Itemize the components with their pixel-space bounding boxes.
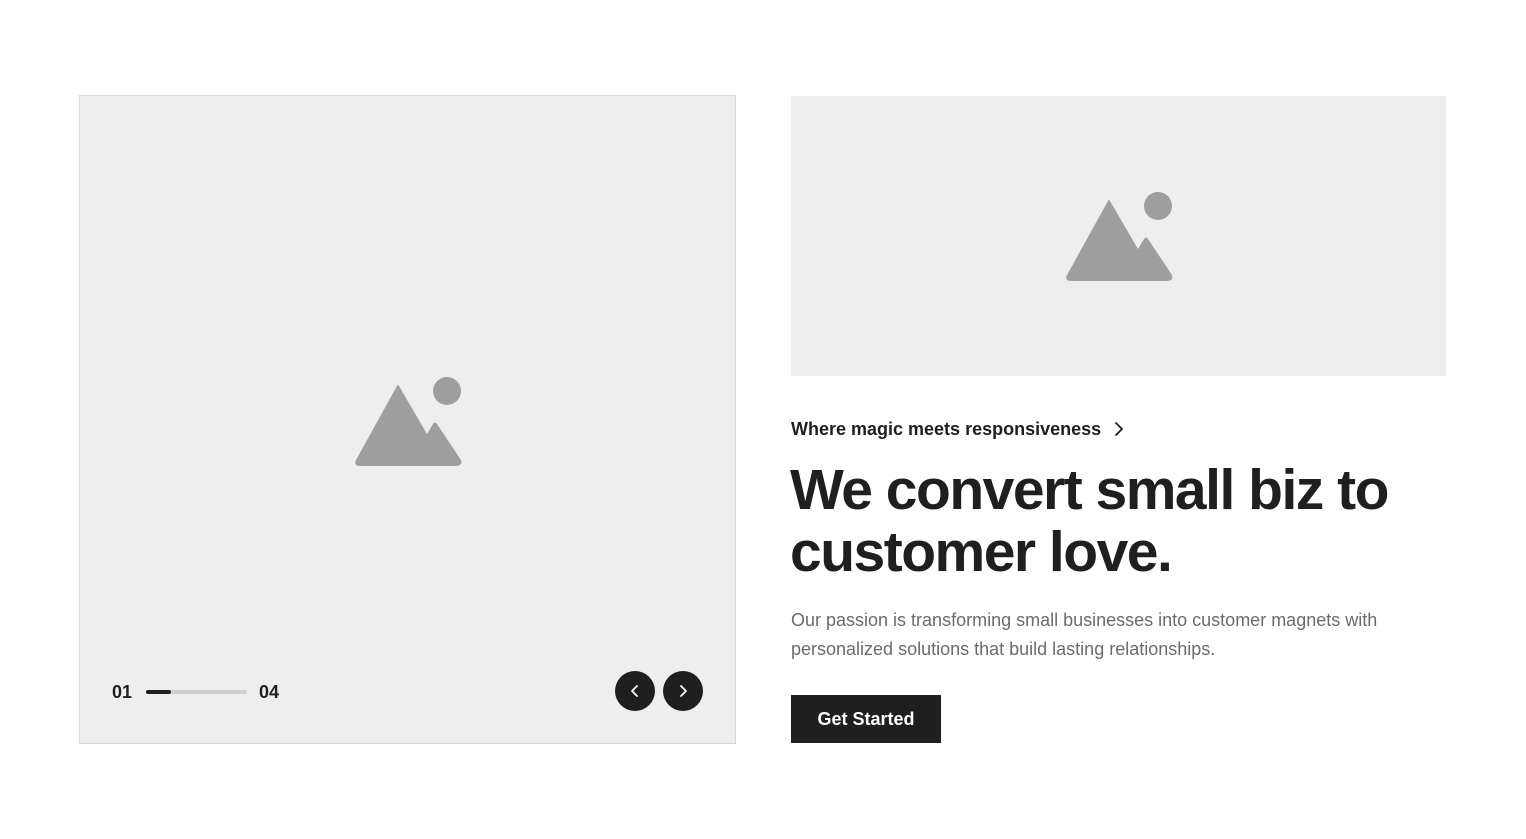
image-placeholder-icon [1066,192,1173,281]
image-carousel: 01 04 [79,95,736,744]
page: 01 04 Where magic meets responsiveness W… [0,0,1526,839]
carousel-controls: 01 04 [80,96,735,743]
next-slide-button[interactable] [663,671,703,711]
slide-progress-bar [146,690,247,694]
slide-progress-fill [146,690,172,694]
previous-slide-button[interactable] [615,671,655,711]
chevron-right-icon [680,685,687,697]
chevron-left-icon [631,685,638,697]
get-started-button[interactable]: Get Started [791,695,941,743]
slide-counter-current: 01 [112,682,133,702]
hero-description: Our passion is transforming small busine… [791,610,1378,659]
page-title: We convert small biz to customer love. [790,458,1389,584]
eyebrow-label: Where magic meets responsiveness [791,419,1102,439]
chevron-right-icon [1115,422,1124,436]
slide-counter-total: 04 [259,682,280,702]
eyebrow-link[interactable]: Where magic meets responsiveness [791,418,1125,440]
hero-image [791,96,1446,376]
